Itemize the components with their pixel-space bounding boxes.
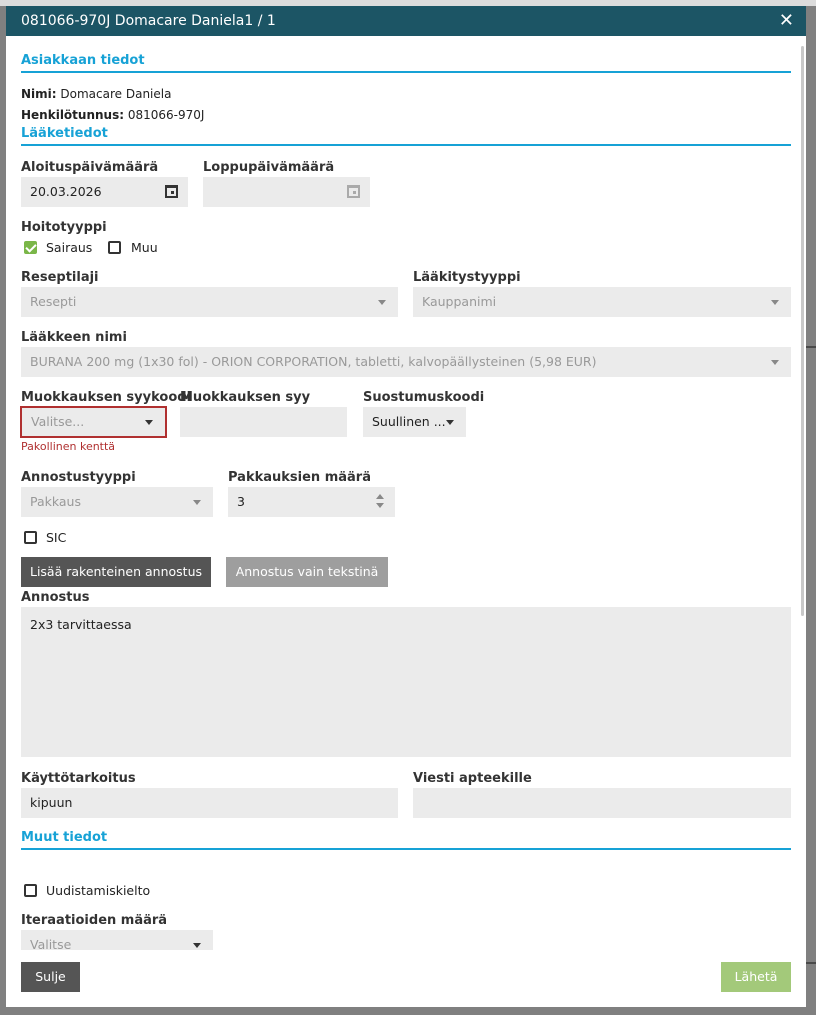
care-type-muu-checkbox[interactable] bbox=[108, 241, 121, 254]
ssn-label: Henkilötunnus: bbox=[21, 108, 125, 122]
end-date-input[interactable] bbox=[203, 177, 370, 207]
chevron-down-icon bbox=[446, 420, 454, 425]
edit-reason-code-error: Pakollinen kenttä bbox=[21, 440, 116, 453]
dialog-header: 081066-970J Domacare Daniela1 / 1 ✕ bbox=[6, 6, 806, 36]
add-structured-dosage-button[interactable]: Lisää rakenteinen annostus bbox=[21, 557, 211, 587]
chevron-down-icon bbox=[193, 943, 201, 948]
drug-name-select[interactable]: BURANA 200 mg (1x30 fol) - ORION CORPORA… bbox=[21, 347, 791, 377]
medication-type-value: Kauppanimi bbox=[422, 294, 497, 309]
prescription-type-value: Resepti bbox=[30, 294, 77, 309]
end-date-label: Loppupäivämäärä bbox=[203, 160, 335, 175]
send-button[interactable]: Lähetä bbox=[721, 962, 791, 992]
drug-name-value: BURANA 200 mg (1x30 fol) - ORION CORPORA… bbox=[30, 354, 597, 369]
edit-reason-code-label: Muokkauksen syykoodi bbox=[21, 390, 192, 405]
consent-code-label: Suostumuskoodi bbox=[363, 390, 485, 405]
chevron-down-icon bbox=[378, 300, 386, 305]
calendar-icon[interactable] bbox=[347, 185, 360, 198]
dosage-type-label: Annostustyyppi bbox=[21, 470, 136, 485]
name-value: Domacare Daniela bbox=[60, 87, 172, 101]
dosage-label: Annostus bbox=[21, 590, 90, 605]
edit-reason-label: Muokkauksen syy bbox=[180, 390, 311, 405]
care-type-muu-label[interactable]: Muu bbox=[131, 240, 158, 255]
dialog-title: 081066-970J Domacare Daniela1 / 1 bbox=[21, 13, 276, 29]
consent-code-value: Suullinen ... bbox=[372, 414, 446, 429]
chevron-down-icon bbox=[193, 500, 201, 505]
prescription-dialog: 081066-970J Domacare Daniela1 / 1 ✕ Asia… bbox=[6, 6, 806, 1007]
medication-section-title: Lääketiedot bbox=[21, 126, 108, 141]
pharmacy-message-input[interactable] bbox=[413, 788, 791, 818]
chevron-down-icon bbox=[145, 420, 153, 425]
backdrop-divider bbox=[806, 346, 816, 348]
customer-ssn-row: Henkilötunnus: 081066-970J bbox=[21, 108, 204, 122]
chevron-down-icon bbox=[771, 300, 779, 305]
dosage-textarea[interactable]: 2x3 tarvittaessa bbox=[21, 607, 791, 757]
consent-code-select[interactable]: Suullinen ... bbox=[363, 407, 466, 437]
section-divider bbox=[21, 71, 791, 73]
purpose-input[interactable]: kipuun bbox=[21, 788, 398, 818]
customer-name-row: Nimi: Domacare Daniela bbox=[21, 87, 171, 101]
close-icon[interactable]: ✕ bbox=[779, 10, 794, 31]
iterations-label: Iteraatioiden määrä bbox=[21, 913, 168, 928]
text-only-dosage-button[interactable]: Annostus vain tekstinä bbox=[226, 557, 388, 587]
package-count-label: Pakkauksien määrä bbox=[228, 470, 371, 485]
scrollbar-thumb[interactable] bbox=[801, 46, 804, 616]
edit-reason-input[interactable] bbox=[180, 407, 347, 437]
chevron-down-icon bbox=[771, 360, 779, 365]
drug-name-label: Lääkkeen nimi bbox=[21, 330, 127, 345]
care-type-sairaus-checkbox[interactable] bbox=[24, 241, 37, 254]
start-date-label: Aloituspäivämäärä bbox=[21, 160, 159, 175]
dialog-footer: Sulje Lähetä bbox=[6, 950, 806, 1007]
sic-label[interactable]: SIC bbox=[46, 530, 66, 545]
name-label: Nimi: bbox=[21, 87, 57, 101]
customer-section-title: Asiakkaan tiedot bbox=[21, 53, 145, 68]
close-button[interactable]: Sulje bbox=[21, 962, 80, 992]
prescription-type-label: Reseptilaji bbox=[21, 270, 99, 285]
dosage-type-select[interactable]: Pakkaus bbox=[21, 487, 213, 517]
care-type-label: Hoitotyyppi bbox=[21, 220, 107, 235]
purpose-label: Käyttötarkoitus bbox=[21, 771, 136, 786]
backdrop-divider bbox=[806, 962, 816, 964]
medication-type-select[interactable]: Kauppanimi bbox=[413, 287, 791, 317]
package-count-input[interactable]: 3 bbox=[228, 487, 395, 517]
dosage-type-value: Pakkaus bbox=[30, 494, 81, 509]
package-count-value: 3 bbox=[237, 494, 245, 509]
calendar-icon[interactable] bbox=[165, 185, 178, 198]
start-date-value: 20.03.2026 bbox=[30, 184, 102, 199]
number-stepper-icon[interactable] bbox=[375, 494, 385, 510]
renewal-ban-label[interactable]: Uudistamiskielto bbox=[46, 883, 150, 898]
pharmacy-message-label: Viesti apteekille bbox=[413, 771, 532, 786]
edit-reason-code-placeholder: Valitse... bbox=[31, 414, 85, 429]
care-type-sairaus-label[interactable]: Sairaus bbox=[46, 240, 92, 255]
other-section-title: Muut tiedot bbox=[21, 830, 108, 845]
section-divider bbox=[21, 144, 791, 146]
edit-reason-code-select[interactable]: Valitse... bbox=[20, 406, 167, 438]
section-divider bbox=[21, 848, 791, 850]
sic-checkbox[interactable] bbox=[24, 531, 37, 544]
prescription-type-select[interactable]: Resepti bbox=[21, 287, 398, 317]
medication-type-label: Lääkitystyyppi bbox=[413, 270, 521, 285]
ssn-value: 081066-970J bbox=[127, 108, 205, 122]
purpose-value: kipuun bbox=[30, 795, 73, 810]
renewal-ban-checkbox[interactable] bbox=[24, 884, 37, 897]
start-date-input[interactable]: 20.03.2026 bbox=[21, 177, 188, 207]
